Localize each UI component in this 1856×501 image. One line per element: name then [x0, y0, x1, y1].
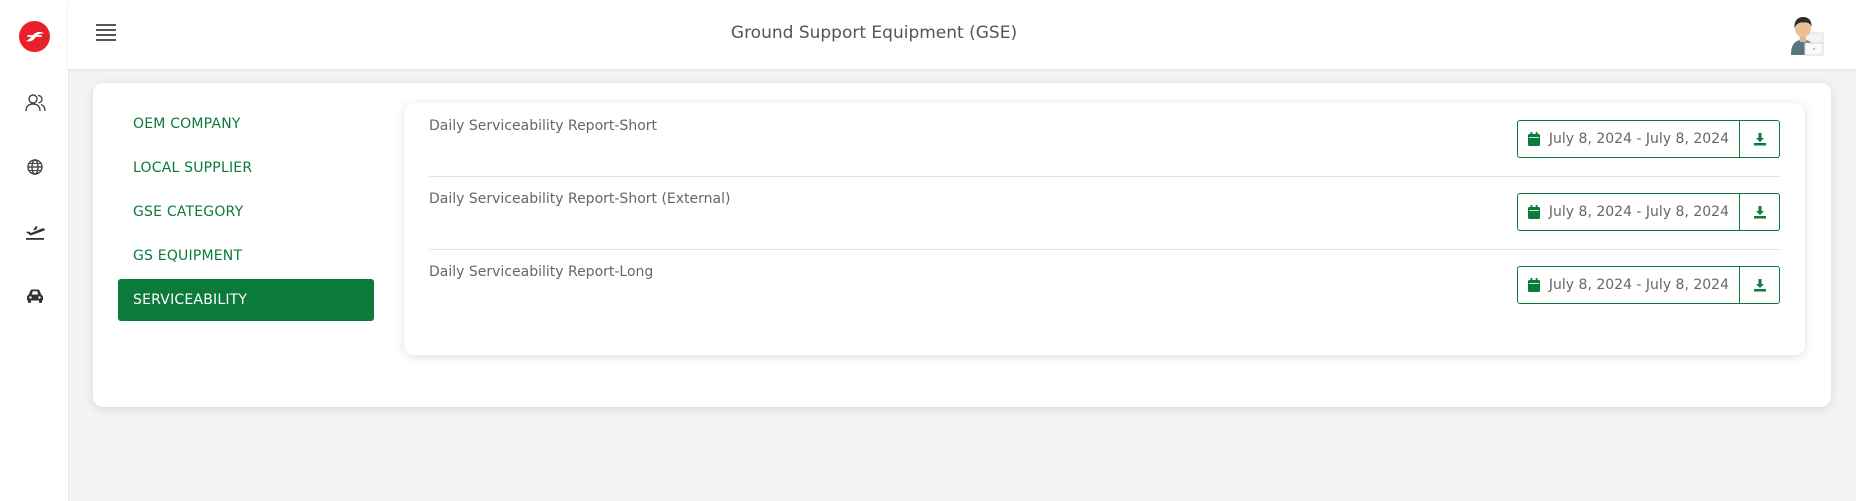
users-icon[interactable] — [22, 90, 48, 116]
icon-sidebar — [0, 0, 69, 501]
download-icon — [1753, 133, 1766, 146]
menu-item-serviceability[interactable]: SERVICEABILITY — [118, 279, 374, 321]
report-row: Daily Serviceability Report-Short (Exter… — [429, 176, 1780, 250]
download-button[interactable] — [1740, 266, 1780, 304]
menu-item-gs-equipment[interactable]: GS EQUIPMENT — [118, 235, 374, 277]
plane-departure-icon[interactable] — [22, 218, 48, 244]
report-name: Daily Serviceability Report-Long — [429, 264, 654, 280]
report-category-menu: OEM COMPANY LOCAL SUPPLIER GSE CATEGORY … — [118, 103, 374, 323]
date-range-label: July 8, 2024 - July 8, 2024 — [1548, 131, 1729, 147]
page-title: Ground Support Equipment (GSE) — [730, 23, 1018, 43]
report-actions: July 8, 2024 - July 8, 2024 — [1516, 266, 1780, 304]
calendar-icon — [1527, 278, 1540, 292]
menu-item-local-supplier[interactable]: LOCAL SUPPLIER — [118, 147, 374, 189]
content-card: OEM COMPANY LOCAL SUPPLIER GSE CATEGORY … — [93, 83, 1831, 407]
date-range-picker[interactable]: July 8, 2024 - July 8, 2024 — [1516, 120, 1740, 158]
report-row: Daily Serviceability Report-Long July 8,… — [429, 249, 1780, 322]
user-avatar[interactable] — [1785, 11, 1829, 57]
top-header: Ground Support Equipment (GSE) — [68, 0, 1856, 69]
download-button[interactable] — [1740, 120, 1780, 158]
download-button[interactable] — [1740, 193, 1780, 231]
calendar-icon — [1527, 132, 1540, 146]
download-icon — [1753, 206, 1766, 219]
menu-item-oem-company[interactable]: OEM COMPANY — [118, 103, 374, 145]
date-range-label: July 8, 2024 - July 8, 2024 — [1548, 277, 1729, 293]
logo-icon[interactable] — [19, 21, 50, 52]
calendar-icon — [1527, 205, 1540, 219]
globe-icon[interactable] — [22, 154, 48, 180]
report-row: Daily Serviceability Report-Short July 8… — [429, 103, 1780, 177]
menu-item-gse-category[interactable]: GSE CATEGORY — [118, 191, 374, 233]
report-actions: July 8, 2024 - July 8, 2024 — [1516, 193, 1780, 231]
reports-panel: Daily Serviceability Report-Short July 8… — [404, 103, 1805, 355]
date-range-picker[interactable]: July 8, 2024 - July 8, 2024 — [1516, 266, 1740, 304]
report-actions: July 8, 2024 - July 8, 2024 — [1516, 120, 1780, 158]
report-name: Daily Serviceability Report-Short — [429, 118, 658, 134]
date-range-picker[interactable]: July 8, 2024 - July 8, 2024 — [1516, 193, 1740, 231]
date-range-label: July 8, 2024 - July 8, 2024 — [1548, 204, 1729, 220]
car-icon[interactable] — [22, 283, 48, 309]
download-icon — [1753, 279, 1766, 292]
report-name: Daily Serviceability Report-Short (Exter… — [429, 191, 731, 207]
